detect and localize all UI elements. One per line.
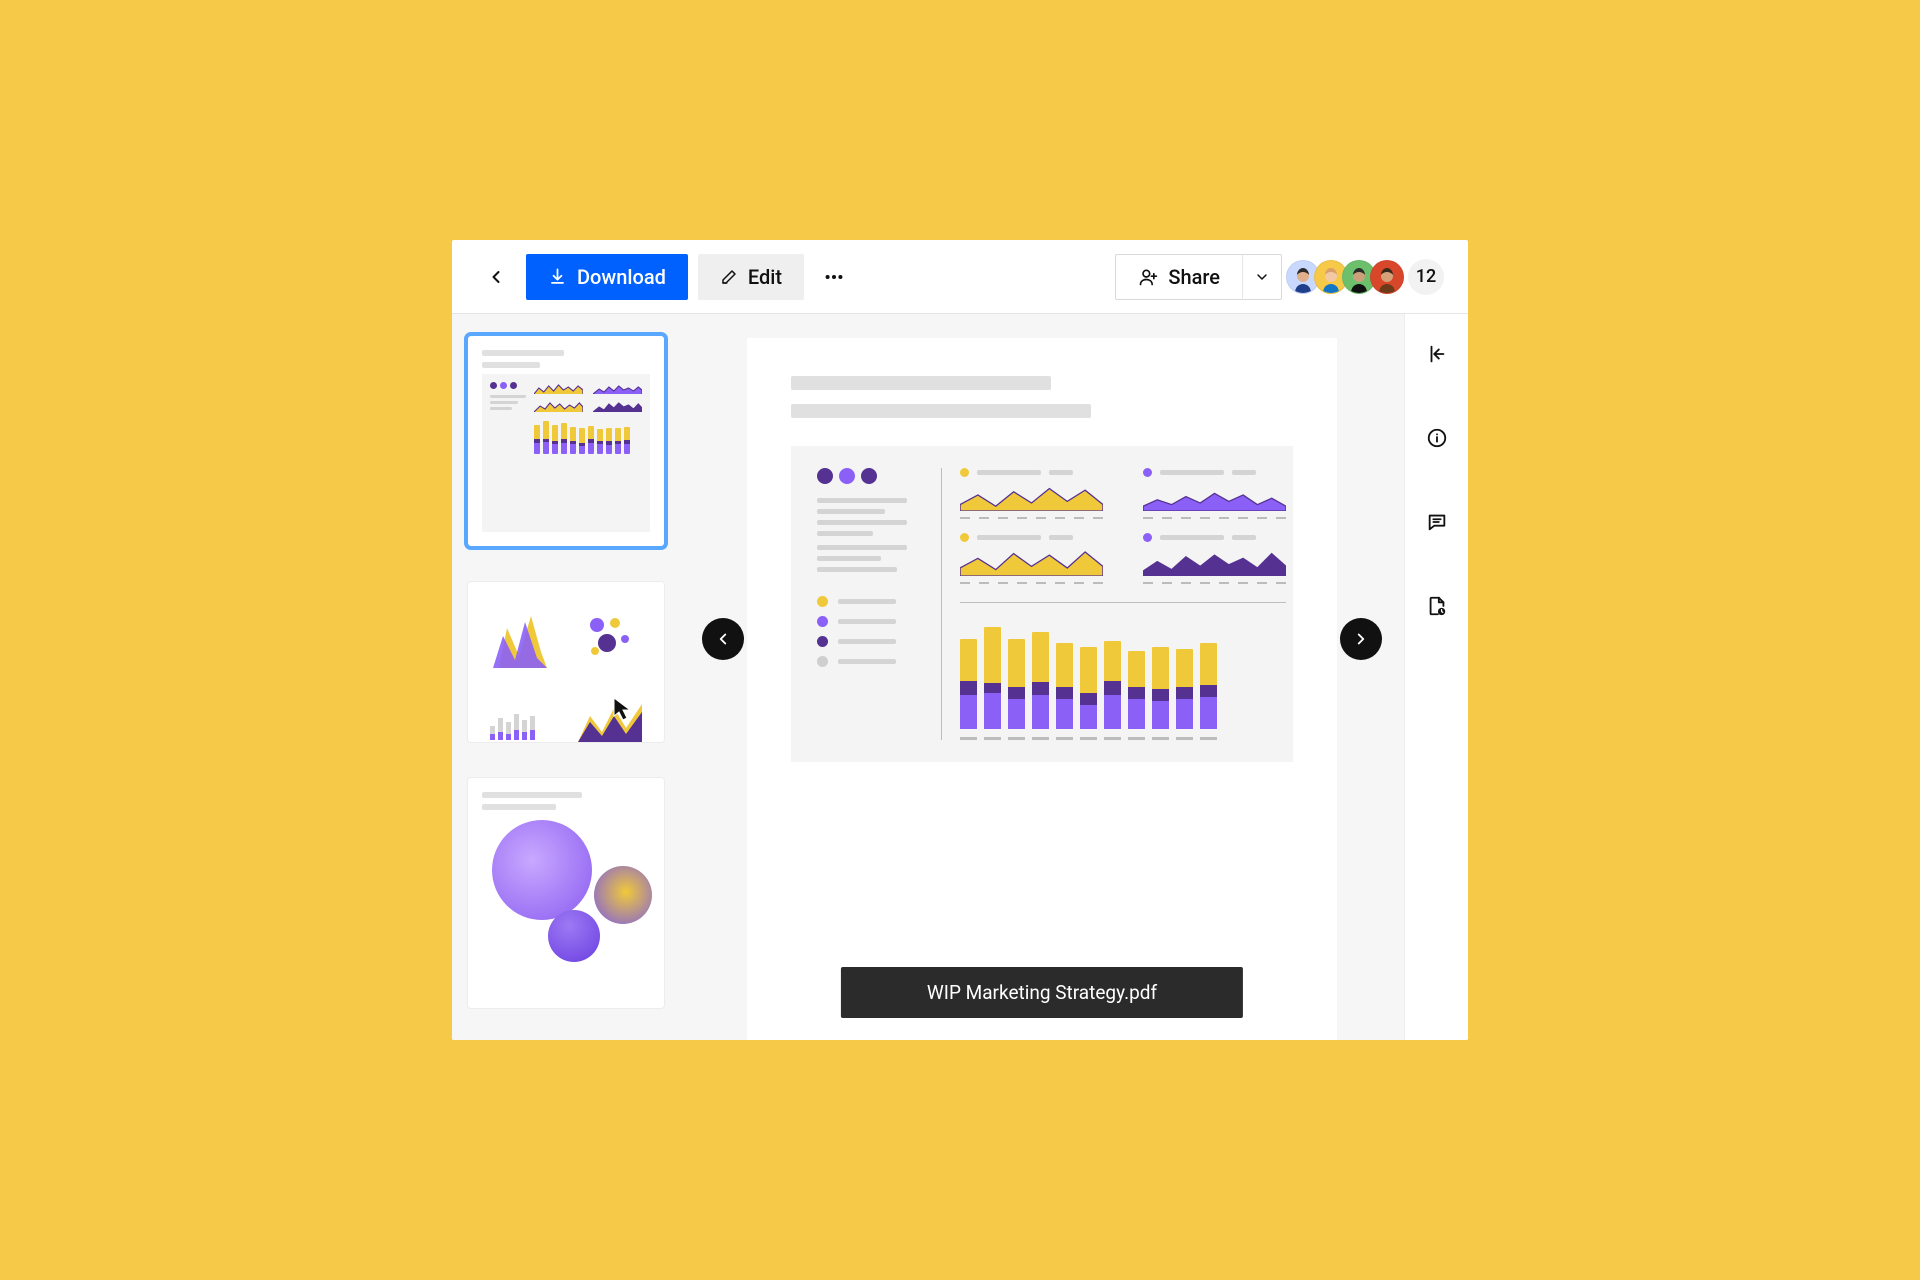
more-horizontal-icon xyxy=(823,266,845,288)
back-button[interactable] xyxy=(476,257,516,297)
share-button[interactable]: Share xyxy=(1115,254,1242,300)
share-options-button[interactable] xyxy=(1242,254,1282,300)
download-label: Download xyxy=(577,265,666,289)
thumbnail-panel xyxy=(452,314,680,1040)
edit-label: Edit xyxy=(748,265,782,289)
file-activity-button[interactable] xyxy=(1417,586,1457,626)
chevron-left-icon xyxy=(486,267,506,287)
chevron-left-icon xyxy=(714,630,732,648)
share-button-group: Share xyxy=(1115,254,1282,300)
person-add-icon xyxy=(1138,267,1158,287)
viewer-avatars[interactable] xyxy=(1292,260,1404,294)
cursor-icon xyxy=(612,696,634,722)
prev-page-button[interactable] xyxy=(702,618,744,660)
thumbnail-page-1[interactable] xyxy=(468,336,664,546)
info-icon xyxy=(1426,427,1448,449)
preview-body: WIP Marketing Strategy.pdf xyxy=(452,314,1468,1040)
viewer-avatar[interactable] xyxy=(1370,260,1404,294)
filename-tooltip: WIP Marketing Strategy.pdf xyxy=(841,967,1243,1018)
comment-icon xyxy=(1426,511,1448,533)
collapse-left-icon xyxy=(1426,343,1448,365)
preview-main: WIP Marketing Strategy.pdf xyxy=(680,314,1404,1040)
collapse-panel-button[interactable] xyxy=(1417,334,1457,374)
right-rail xyxy=(1404,314,1468,1040)
toolbar: Download Edit Share xyxy=(452,240,1468,314)
download-icon xyxy=(548,267,567,286)
page-preview xyxy=(747,338,1337,1040)
more-button[interactable] xyxy=(814,257,854,297)
file-preview-app: Download Edit Share xyxy=(452,240,1468,1040)
chevron-down-icon xyxy=(1254,269,1270,285)
edit-button[interactable]: Edit xyxy=(698,254,804,300)
file-clock-icon xyxy=(1426,595,1448,617)
thumbnail-page-3[interactable] xyxy=(468,778,664,1008)
viewer-avatar-overflow[interactable]: 12 xyxy=(1408,259,1444,295)
dashboard-card xyxy=(791,446,1293,762)
download-button[interactable]: Download xyxy=(526,254,688,300)
chevron-right-icon xyxy=(1352,630,1370,648)
comments-button[interactable] xyxy=(1417,502,1457,542)
pencil-icon xyxy=(720,268,738,286)
share-label: Share xyxy=(1168,265,1220,289)
thumbnail-page-2[interactable] xyxy=(468,582,664,742)
info-button[interactable] xyxy=(1417,418,1457,458)
next-page-button[interactable] xyxy=(1340,618,1382,660)
